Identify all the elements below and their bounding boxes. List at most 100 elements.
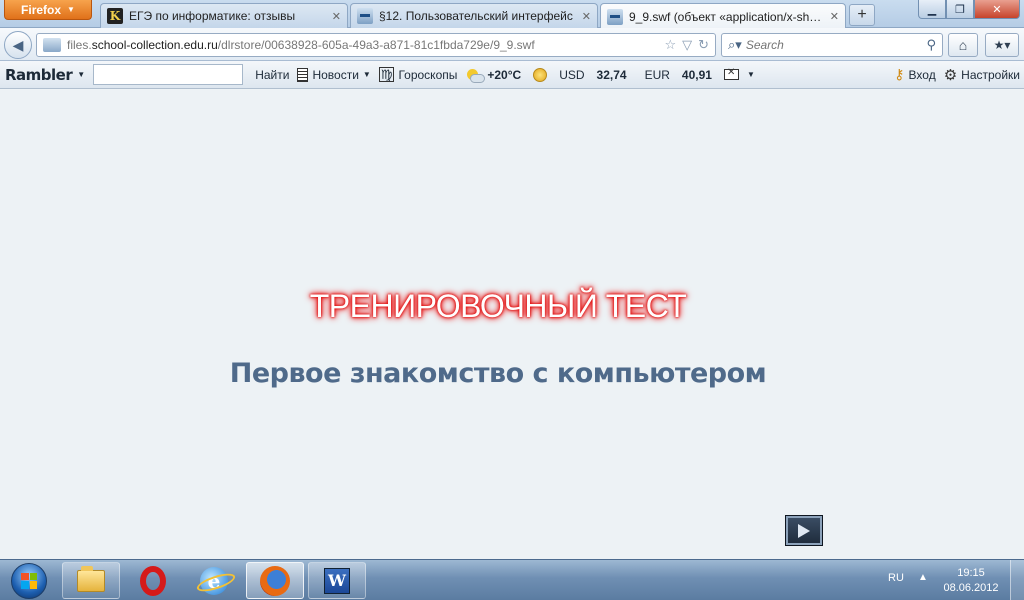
chevron-down-icon: ▼	[362, 70, 371, 79]
search-engine-icon[interactable]: ⌕▾	[728, 37, 742, 53]
settings-label: Настройки	[961, 67, 1020, 82]
temperature-value: +20°C	[487, 67, 522, 82]
taskbar-explorer[interactable]	[62, 562, 120, 599]
back-button[interactable]: ◀	[4, 31, 32, 59]
site-identity-icon[interactable]	[43, 38, 61, 52]
chevron-down-icon[interactable]: ▼	[77, 70, 85, 79]
window-controls: ▁ ❐ ✕	[918, 0, 1020, 19]
tab-title: ЕГЭ по информатике: отзывы	[129, 9, 296, 23]
page-title: ТРЕНИРОВОЧНЫЙ ТЕСТ	[309, 288, 687, 324]
rambler-logo[interactable]: Rambler	[5, 66, 73, 84]
eur-label: EUR	[644, 67, 670, 82]
settings-button[interactable]: ⚙ Настройки	[944, 66, 1020, 84]
taskbar-internet-explorer[interactable]: e	[185, 562, 243, 599]
bookmarks-icon: ★▾	[993, 38, 1011, 52]
key-icon: ⚷	[894, 66, 905, 82]
home-icon: ⌂	[958, 37, 968, 53]
taskbar-word[interactable]: W	[308, 562, 366, 599]
login-button[interactable]: ⚷ Вход	[894, 66, 935, 83]
internet-explorer-icon: e	[200, 566, 228, 595]
tab-strip: Firefox ▼ K ЕГЭ по информатике: отзывы ✕…	[0, 0, 1024, 29]
bookmarks-button[interactable]: ★▾	[985, 33, 1019, 57]
address-bar[interactable]: files.school-collection.edu.ru/dlrstore/…	[36, 33, 716, 57]
sun-icon	[533, 67, 548, 82]
home-button[interactable]: ⌂	[948, 33, 978, 57]
url-tools: ☆ ▽ ↻	[664, 37, 709, 53]
reload-icon[interactable]: ↻	[698, 37, 709, 53]
horoscope-icon: ♍	[378, 67, 395, 82]
usd-value: 32,74	[596, 67, 627, 82]
restore-button[interactable]: ❐	[946, 0, 974, 19]
tab-user-interface[interactable]: §12. Пользовательский интерфейс ✕	[350, 3, 598, 28]
clock-date: 08.06.2012	[943, 582, 999, 594]
toolbar-right: ⚷ Вход ⚙ Настройки	[894, 66, 1020, 84]
sun-widget[interactable]	[533, 67, 548, 82]
minimize-button[interactable]: ▁	[918, 0, 946, 19]
arrow-left-icon: ◀	[12, 36, 24, 53]
close-icon[interactable]: ✕	[582, 10, 591, 23]
chevron-down-icon: ▼	[67, 5, 75, 14]
next-button[interactable]	[785, 515, 823, 546]
weather-button[interactable]: +20°C	[465, 67, 522, 83]
taskbar-opera[interactable]	[124, 562, 182, 599]
url-text[interactable]: files.school-collection.edu.ru/dlrstore/…	[67, 38, 658, 52]
search-icon[interactable]: ⚲	[926, 37, 936, 53]
navigation-bar: ◀ files.school-collection.edu.ru/dlrstor…	[0, 28, 1024, 61]
clock-time: 19:15	[957, 567, 985, 579]
start-button[interactable]	[2, 561, 56, 600]
rambler-search-input[interactable]	[93, 64, 244, 85]
rambler-toolbar: Rambler ▼ Найти Новости ▼ ♍ Гороскопы +2…	[0, 61, 1024, 89]
close-icon[interactable]: ✕	[830, 10, 839, 23]
k-favicon-icon: K	[107, 8, 123, 24]
horoscope-button[interactable]: ♍ Гороскопы	[378, 67, 458, 82]
close-icon[interactable]: ✕	[332, 10, 341, 23]
tab-title: 9_9.swf (объект «application/x-shock...	[629, 9, 824, 24]
firefox-menu-label: Firefox	[21, 2, 62, 17]
firefox-icon	[260, 565, 290, 596]
horoscope-label: Гороскопы	[398, 67, 458, 82]
firefox-menu-button[interactable]: Firefox ▼	[4, 0, 92, 20]
find-label: Найти	[255, 67, 290, 82]
url-prefix: files.	[67, 38, 92, 52]
login-label: Вход	[908, 67, 936, 82]
opera-icon	[140, 565, 166, 596]
page-subtitle: Первое знакомство с компьютером	[229, 358, 767, 389]
eur-value: 40,91	[681, 67, 712, 82]
tab-title: §12. Пользовательский интерфейс	[379, 9, 573, 23]
flash-content[interactable]: ТРЕНИРОВОЧНЫЙ ТЕСТ Первое знакомство с к…	[0, 90, 1024, 559]
news-icon	[297, 67, 309, 82]
swf-favicon-icon	[607, 8, 623, 25]
news-button[interactable]: Новости ▼	[297, 67, 371, 82]
new-tab-button[interactable]: +	[849, 4, 875, 26]
minimize-icon: ▁	[927, 3, 937, 16]
eur-rate[interactable]: EUR 40,91	[645, 68, 712, 82]
close-window-button[interactable]: ✕	[974, 0, 1020, 19]
usd-label: USD	[559, 67, 585, 82]
swf-favicon-icon	[357, 8, 373, 24]
restore-icon: ❐	[955, 3, 965, 16]
chevron-down-icon: ▼	[746, 70, 755, 79]
gear-icon: ⚙	[943, 66, 958, 84]
windows-logo-icon	[11, 562, 47, 599]
usd-rate[interactable]: USD 32,74	[559, 68, 626, 82]
search-input[interactable]	[745, 38, 923, 52]
mail-button[interactable]: ▼	[723, 67, 755, 80]
weather-cloudy-icon	[465, 68, 486, 83]
tab-swf-object[interactable]: 9_9.swf (объект «application/x-shock... …	[600, 3, 846, 29]
find-button[interactable]: Найти	[255, 68, 289, 82]
show-hidden-icons-icon[interactable]: ▲	[918, 572, 928, 583]
language-indicator[interactable]: RU	[888, 572, 904, 584]
search-bar[interactable]: ⌕▾ ⚲	[721, 33, 943, 57]
mail-icon	[723, 67, 739, 80]
tab-ege-reviews[interactable]: K ЕГЭ по информатике: отзывы ✕	[100, 3, 348, 28]
system-clock[interactable]: 19:15 08.06.2012	[936, 566, 1006, 596]
word-icon: W	[324, 567, 350, 594]
dropdown-icon[interactable]: ▽	[682, 37, 692, 53]
taskbar-firefox[interactable]	[246, 562, 304, 599]
star-icon[interactable]: ☆	[664, 37, 676, 53]
taskbar: e W RU ▲ 19:15 08.06.2012	[0, 559, 1024, 600]
url-path: /dlrstore/00638928-605a-49a3-a871-81c1fb…	[217, 38, 535, 52]
news-label: Новости	[312, 67, 359, 82]
show-desktop-button[interactable]	[1010, 560, 1024, 600]
close-icon: ✕	[992, 3, 1002, 16]
